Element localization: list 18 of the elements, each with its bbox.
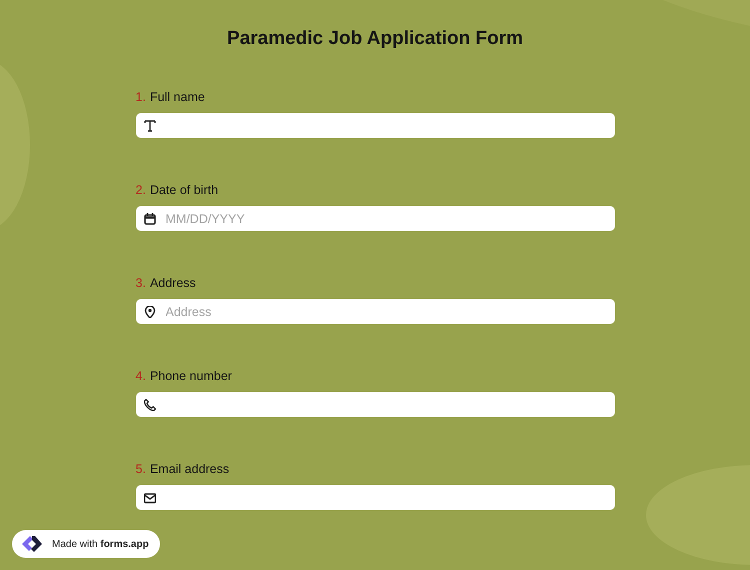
input-field[interactable]: MM/DD/YYYY — [136, 206, 614, 231]
input-field[interactable] — [136, 485, 614, 510]
calendar-icon — [144, 212, 156, 224]
form-title: Paramedic Job Application Form — [226, 28, 524, 50]
question-label: 5. Email address — [136, 462, 230, 476]
phone-icon — [144, 398, 156, 410]
made-with-badge[interactable]: Made with forms.app — [12, 530, 160, 558]
question-label: 4. Phone number — [136, 369, 233, 383]
logo-icon — [20, 534, 44, 554]
input-field[interactable] — [136, 113, 614, 138]
question-label: 1. Full name — [136, 90, 206, 104]
location-pin-icon — [144, 306, 156, 318]
question-label: 3. Address — [136, 276, 197, 290]
text-icon — [144, 120, 156, 132]
envelope-icon — [144, 492, 156, 504]
question-label: 2. Date of birth — [136, 183, 220, 197]
input-field[interactable]: Address — [136, 299, 614, 324]
input-field[interactable] — [136, 392, 614, 417]
